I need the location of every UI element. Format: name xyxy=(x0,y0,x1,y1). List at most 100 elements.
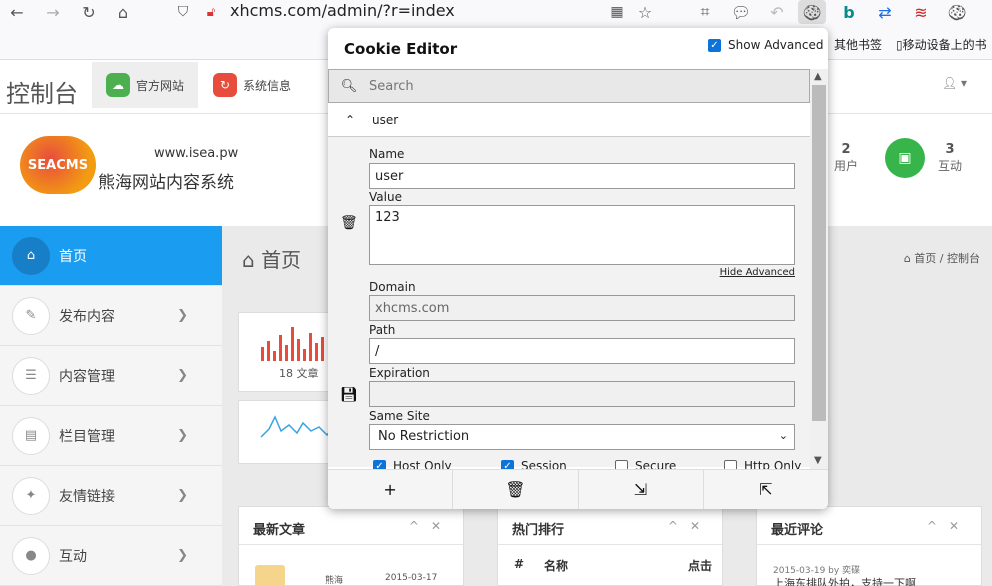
tab-label: 系统信息 xyxy=(243,78,292,93)
cookie-item-header[interactable]: ⌃ user xyxy=(328,103,810,137)
scroll-down-icon[interactable]: ▼ xyxy=(814,455,822,466)
action-bar: + 🗑︎ ⇲ ⇱ xyxy=(328,469,828,509)
domain-label: Domain xyxy=(369,280,416,294)
home-icon[interactable]: ⌂ xyxy=(112,1,134,23)
tab-system-info[interactable]: ↻ 系统信息 xyxy=(199,62,305,108)
expiration-label: Expiration xyxy=(369,366,430,380)
name-field[interactable] xyxy=(369,163,795,189)
cms-title: 控制台 xyxy=(6,80,78,108)
crop-icon[interactable]: ⌗ xyxy=(694,1,716,23)
sync-icon[interactable]: ⇄ xyxy=(874,1,896,23)
sidebar-item-interaction[interactable]: ● 互动 ❯ xyxy=(0,526,222,586)
scrollbar[interactable]: ▲ ▼ xyxy=(810,69,828,469)
value-field[interactable]: 123 xyxy=(369,205,795,265)
cookie-editor-popup: Cookie Editor ✓ Show Advanced 🔍︎ ⌃ user … xyxy=(328,28,828,509)
back-icon[interactable]: ← xyxy=(6,1,28,23)
chevron-down-icon: ⌄ xyxy=(778,429,788,442)
cookie-icon[interactable]: 🍪︎ xyxy=(946,1,968,23)
stat-value: 3 xyxy=(945,142,955,157)
breadcrumb-current: 控制台 xyxy=(947,252,980,265)
other-bookmarks[interactable]: 其他书签 xyxy=(834,36,882,53)
trash-icon[interactable]: 🗑︎ xyxy=(340,215,358,231)
sidebar-item-home[interactable]: ⌂ 首页 xyxy=(0,226,222,286)
columns-icon: ▤ xyxy=(12,416,50,455)
sidebar-item-links[interactable]: ✦ 友情链接 ❯ xyxy=(0,466,222,526)
export-button[interactable]: ⇱ xyxy=(704,470,828,509)
plus-icon: + xyxy=(383,480,397,499)
chevron-right-icon: ❯ xyxy=(177,308,188,323)
cookie-name: user xyxy=(372,112,399,127)
sidebar-item-label: 友情链接 xyxy=(59,488,115,505)
column-header: 点击 xyxy=(688,559,713,573)
page-title: ⌂ 首页 xyxy=(242,244,301,273)
chat-icon[interactable]: 💬︎ xyxy=(730,1,752,23)
stat-interactions: 3 互动 xyxy=(938,142,962,174)
sidebar-item-content[interactable]: ☰ 内容管理 ❯ xyxy=(0,346,222,406)
collapse-close-icons[interactable]: ^✕ xyxy=(409,519,453,533)
breadcrumb-home[interactable]: 首页 xyxy=(914,252,936,265)
home-icon: ⌂ xyxy=(903,252,911,265)
bing-icon[interactable]: b xyxy=(838,1,860,23)
shield-icon[interactable]: ⛉ xyxy=(172,1,194,23)
collapse-close-icons[interactable]: ^✕ xyxy=(927,519,971,533)
url-text[interactable]: xhcms.com/admin/?r=index xyxy=(230,1,455,20)
search-icon: 🔍︎ xyxy=(340,78,358,94)
search-input[interactable] xyxy=(369,78,769,94)
export-icon: ⇱ xyxy=(759,480,773,499)
reload-icon[interactable]: ↻ xyxy=(78,1,100,23)
comment-icon: ● xyxy=(12,536,50,575)
logo: SEACMS xyxy=(20,136,96,194)
checkbox-checked-icon[interactable]: ✓ xyxy=(708,38,721,52)
delete-all-button[interactable]: 🗑︎ xyxy=(453,470,579,509)
panel-latest-articles: 最新文章 ^✕ 熊海 2015-03-17 xyxy=(238,506,464,586)
cookie-extension-icon[interactable]: 🍪︎ xyxy=(798,0,826,24)
user-menu-icon[interactable]: 👤︎ ▾ xyxy=(942,76,967,90)
magic-wand-icon: ✦ xyxy=(12,476,50,515)
collapse-close-icons[interactable]: ^✕ xyxy=(668,519,712,533)
expiration-field[interactable] xyxy=(369,381,795,407)
tab-official-site[interactable]: ☁ 官方网站 xyxy=(92,62,199,108)
insecure-lock-icon[interactable]: 🔓︎ xyxy=(200,1,222,23)
column-header: 名称 xyxy=(544,559,569,573)
value-label: Value xyxy=(369,190,402,204)
qr-code-icon[interactable]: ▦ xyxy=(606,1,628,23)
chevron-right-icon: ❯ xyxy=(177,548,188,563)
sidebar-item-columns[interactable]: ▤ 栏目管理 ❯ xyxy=(0,406,222,466)
mobile-bookmarks[interactable]: ▯移动设备上的书 xyxy=(896,36,987,53)
url-bar[interactable]: ⛉ 🔓︎ xhcms.com/admin/?r=index xyxy=(160,0,660,24)
hot-table-header: # 名称 点击 xyxy=(498,547,722,585)
import-button[interactable]: ⇲ xyxy=(579,470,704,509)
sidebar-item-label: 首页 xyxy=(59,248,87,265)
name-label: Name xyxy=(369,147,405,161)
domain-field[interactable] xyxy=(369,295,795,321)
breadcrumb: ⌂ 首页 / 控制台 xyxy=(903,252,980,265)
show-advanced-toggle[interactable]: ✓ Show Advanced xyxy=(708,38,823,52)
sidebar-item-publish[interactable]: ✎ 发布内容 ❯ xyxy=(0,286,222,346)
show-advanced-label: Show Advanced xyxy=(728,38,824,52)
stat-users: 2 用户 xyxy=(834,142,858,174)
cloud-icon: ☁ xyxy=(106,73,130,97)
panel-hot-ranking: 热门排行 ^✕ # 名称 点击 xyxy=(497,506,723,586)
cookie-detail-form: 🗑︎ 💾︎ Name Value 123 Hide Advanced Domai… xyxy=(328,137,810,473)
panel-recent-comments: 最近评论 ^✕ 2015-03-19 by 奕碟 上海东排队外拍，支持一下啊 xyxy=(756,506,982,586)
article-author: 熊海 xyxy=(325,576,344,586)
samesite-select[interactable]: No Restriction ⌄ xyxy=(369,424,795,450)
home-icon: ⌂ xyxy=(242,248,255,272)
add-cookie-button[interactable]: + xyxy=(328,470,454,509)
comment-text: 上海东排队外拍，支持一下啊 xyxy=(773,577,916,586)
hide-advanced-link[interactable]: Hide Advanced xyxy=(720,267,795,278)
chevron-up-icon[interactable]: ⌃ xyxy=(328,113,372,127)
extension-icon[interactable]: ≋ xyxy=(910,1,932,23)
save-icon[interactable]: 💾︎ xyxy=(340,387,358,403)
bookmark-star-icon[interactable]: ☆ xyxy=(634,1,656,23)
popup-title: Cookie Editor xyxy=(344,40,458,58)
pencil-icon: ✎ xyxy=(12,296,50,335)
undo-icon[interactable]: ↶ xyxy=(766,1,788,23)
scroll-thumb[interactable] xyxy=(812,85,826,421)
path-label: Path xyxy=(369,323,396,337)
path-field[interactable] xyxy=(369,338,795,364)
scroll-up-icon[interactable]: ▲ xyxy=(814,71,822,82)
import-icon: ⇲ xyxy=(633,480,648,499)
chevron-right-icon: ❯ xyxy=(177,488,188,503)
forward-icon[interactable]: → xyxy=(42,1,64,23)
